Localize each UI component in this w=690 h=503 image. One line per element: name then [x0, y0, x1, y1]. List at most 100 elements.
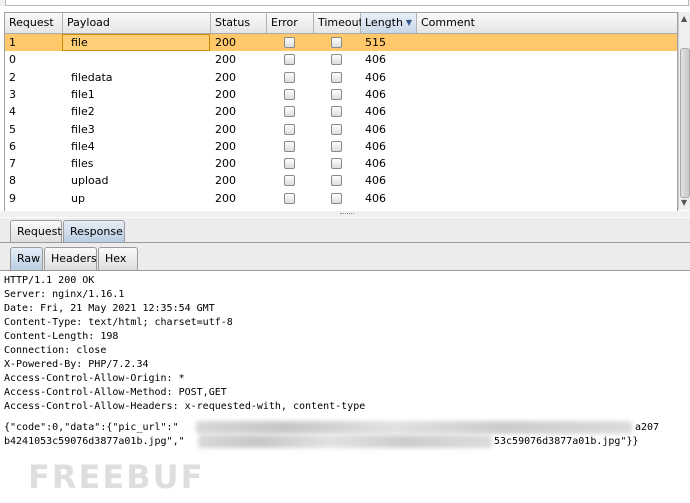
cell-length: 515 [365, 36, 386, 49]
tab-hex[interactable]: Hex [98, 247, 138, 270]
cell-length: 406 [365, 105, 386, 119]
cell-length: 406 [365, 53, 386, 67]
results-scrollbar[interactable]: ▲ ▼ [678, 12, 690, 210]
redacted-region [198, 435, 492, 448]
error-checkbox[interactable] [284, 71, 295, 83]
table-row[interactable]: 5 file3 200 406 [5, 121, 677, 138]
cell-length: 406 [365, 191, 386, 205]
error-checkbox[interactable] [284, 192, 295, 204]
column-header-request[interactable]: Request [5, 13, 63, 33]
splitter-grip-icon [340, 213, 354, 216]
pane-splitter[interactable] [0, 211, 690, 217]
table-row[interactable]: 7 files 200 406 [5, 155, 677, 172]
sort-descending-icon: ▼ [405, 18, 412, 27]
cell-length: 406 [365, 70, 386, 84]
timeout-checkbox[interactable] [331, 158, 342, 170]
cell-status: 200 [215, 87, 236, 101]
response-body-line-2-end: 53c59076d3877a01b.jpg"}} [494, 436, 639, 447]
redacted-region [196, 421, 632, 434]
response-body-line-1-end: a207 [635, 422, 660, 433]
error-checkbox[interactable] [284, 158, 295, 170]
cell-length: 406 [365, 139, 386, 153]
column-header-error[interactable]: Error [267, 13, 314, 33]
cell-length: 406 [365, 122, 386, 136]
timeout-checkbox[interactable] [331, 106, 342, 118]
cell-status: 200 [215, 157, 236, 171]
response-line: Access-Control-Allow-Origin: * [4, 373, 185, 384]
cell-payload [63, 51, 211, 68]
table-row[interactable]: 1 file 200 515 [5, 34, 677, 51]
results-table[interactable]: Request Payload Status Error Timeout Len… [4, 12, 678, 212]
table-row[interactable]: 0 200 406 [5, 51, 677, 68]
response-line: HTTP/1.1 200 OK [4, 275, 95, 286]
error-checkbox[interactable] [284, 106, 295, 118]
cell-length: 406 [365, 87, 386, 101]
column-header-length[interactable]: Length ▼ [361, 13, 417, 33]
response-line: Access-Control-Allow-Method: POST,GET [4, 387, 227, 398]
error-checkbox[interactable] [284, 37, 295, 48]
cell-payload: file1 [71, 87, 95, 101]
timeout-checkbox[interactable] [331, 54, 342, 66]
table-row[interactable]: 8 upload 200 406 [5, 172, 677, 189]
error-checkbox[interactable] [284, 123, 295, 135]
cell-request: 1 [9, 36, 16, 49]
cell-status: 200 [215, 70, 236, 84]
timeout-checkbox[interactable] [331, 123, 342, 135]
cell-status: 200 [215, 191, 236, 205]
error-checkbox[interactable] [284, 54, 295, 66]
cell-payload: file4 [71, 139, 95, 153]
cell-payload: file [71, 36, 88, 49]
column-header-payload[interactable]: Payload [63, 13, 211, 33]
table-row[interactable]: 9 up 200 406 [5, 190, 677, 207]
response-line: Date: Fri, 21 May 2021 12:35:54 GMT [4, 303, 215, 314]
response-line: Access-Control-Allow-Headers: x-requeste… [4, 401, 366, 412]
cell-status: 200 [215, 53, 236, 67]
cell-payload: up [71, 191, 85, 205]
cell-payload: file2 [71, 105, 95, 119]
table-row[interactable]: 2 filedata 200 406 [5, 69, 677, 86]
cell-payload: upload [71, 174, 109, 188]
cell-request: 6 [9, 139, 16, 153]
response-line: Server: nginx/1.16.1 [4, 289, 125, 300]
column-header-comment[interactable]: Comment [417, 13, 677, 33]
top-panel-edge [0, 0, 690, 6]
scroll-up-icon[interactable]: ▲ [681, 14, 687, 23]
timeout-checkbox[interactable] [331, 192, 342, 204]
table-row[interactable]: 3 file1 200 406 [5, 86, 677, 103]
timeout-checkbox[interactable] [331, 140, 342, 152]
response-body-line-2-start: b4241053c59076d3877a01b.jpg"," [4, 436, 185, 447]
error-checkbox[interactable] [284, 140, 295, 152]
cell-status: 200 [215, 174, 236, 188]
cell-payload: file3 [71, 122, 95, 136]
column-header-status[interactable]: Status [211, 13, 267, 33]
tab-request[interactable]: Request [10, 220, 62, 242]
timeout-checkbox[interactable] [331, 175, 342, 187]
scrollbar-thumb[interactable] [680, 48, 690, 198]
cell-request: 5 [9, 122, 16, 136]
error-checkbox[interactable] [284, 175, 295, 187]
cell-payload: files [71, 157, 94, 171]
cell-request: 3 [9, 87, 16, 101]
cell-request: 2 [9, 70, 16, 84]
timeout-checkbox[interactable] [331, 88, 342, 100]
response-line: Content-Type: text/html; charset=utf-8 [4, 317, 233, 328]
tab-raw[interactable]: Raw [10, 247, 43, 270]
cell-request: 8 [9, 174, 16, 188]
message-tabbar: Request Response [0, 218, 690, 243]
response-line: Content-Length: 198 [4, 331, 119, 342]
table-row[interactable]: 6 file4 200 406 [5, 138, 677, 155]
table-header: Request Payload Status Error Timeout Len… [5, 13, 677, 34]
cell-length: 406 [365, 174, 386, 188]
cell-request: 7 [9, 157, 16, 171]
column-header-timeout[interactable]: Timeout [314, 13, 363, 33]
view-tabbar: Raw Headers Hex [10, 247, 690, 270]
timeout-checkbox[interactable] [331, 71, 342, 83]
cell-status: 200 [215, 122, 236, 136]
response-line: X-Powered-By: PHP/7.2.34 [4, 359, 149, 370]
tab-headers[interactable]: Headers [44, 247, 97, 270]
scroll-down-icon[interactable]: ▼ [681, 198, 687, 207]
timeout-checkbox[interactable] [331, 37, 342, 48]
tab-response[interactable]: Response [63, 220, 125, 242]
error-checkbox[interactable] [284, 88, 295, 100]
table-row[interactable]: 4 file2 200 406 [5, 103, 677, 120]
